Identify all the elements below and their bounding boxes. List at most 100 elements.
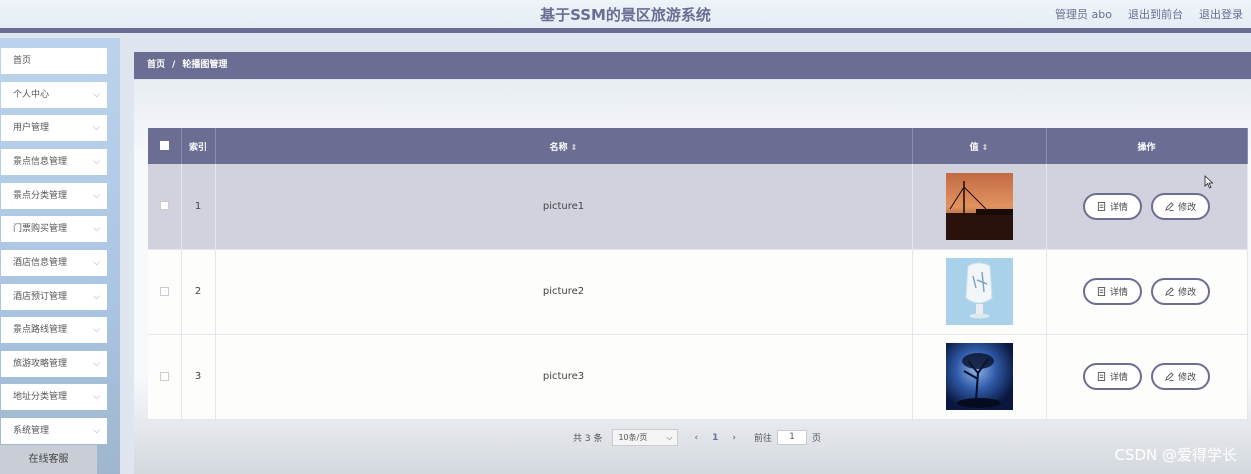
page-suffix: 页 xyxy=(811,434,821,444)
sidebar-item-label: 门票购买管理 xyxy=(13,224,68,234)
sidebar-item-label: 旅游攻略管理 xyxy=(13,359,68,369)
pencil-icon xyxy=(1165,372,1174,381)
row-name: picture3 xyxy=(215,334,913,419)
online-chat-button[interactable]: 在线客服 xyxy=(0,445,97,474)
sidebar-item-ticket-purchase[interactable]: 门票购买管理 ⌵ xyxy=(1,216,107,242)
goto-label: 前往 xyxy=(753,434,772,444)
chevron-down-icon: ⌵ xyxy=(93,325,100,335)
sidebar-item-travel-guide[interactable]: 旅游攻略管理 ⌵ xyxy=(1,351,107,377)
sidebar-item-hotel-booking[interactable]: 酒店预订管理 ⌵ xyxy=(1,284,107,310)
top-links: 管理员 abo 退出到前台 退出登录 xyxy=(1055,6,1243,22)
chevron-down-icon: ⌵ xyxy=(93,90,100,100)
document-icon xyxy=(1097,201,1105,211)
data-table: 索引 名称 ⇕ 值 ⇕ 操作 1 picture1 详情 修改 2 pictur… xyxy=(148,128,1248,420)
index-header-label: 索引 xyxy=(188,142,207,153)
detail-button-label: 详情 xyxy=(1109,202,1128,213)
total-count: 共 3 条 xyxy=(573,434,603,444)
sidebar-item-label: 景点路线管理 xyxy=(13,325,68,335)
sidebar-item-label: 酒店信息管理 xyxy=(13,258,68,268)
detail-button[interactable]: 详情 xyxy=(1082,192,1142,220)
chevron-down-icon: ⌵ xyxy=(666,432,673,442)
sidebar-item-system-management[interactable]: 系统管理 ⌵ xyxy=(1,418,107,444)
edit-button[interactable]: 修改 xyxy=(1151,278,1211,305)
row-name: picture2 xyxy=(215,249,913,334)
sidebar-item-user-management[interactable]: 用户管理 ⌵ xyxy=(1,115,107,141)
chevron-down-icon: ⌵ xyxy=(93,392,100,402)
chevron-down-icon: ⌵ xyxy=(93,224,100,234)
row-index: 1 xyxy=(181,164,216,249)
value-header[interactable]: 值 ⇕ xyxy=(912,128,1047,164)
sidebar: 首页 个人中心 ⌵ 用户管理 ⌵ 景点信息管理 ⌵ 景点分类管理 ⌵ 门票购买管… xyxy=(0,38,120,474)
sidebar-item-label: 景点信息管理 xyxy=(13,157,68,167)
actions-header: 操作 xyxy=(1046,128,1248,164)
document-icon xyxy=(1097,287,1105,296)
table-row[interactable]: 1 picture1 详情 修改 xyxy=(148,164,1248,249)
thumbnail-image[interactable] xyxy=(945,258,1013,325)
edit-button[interactable]: 修改 xyxy=(1151,363,1211,390)
actions-header-label: 操作 xyxy=(1137,142,1156,153)
name-header[interactable]: 名称 ⇕ xyxy=(215,128,913,164)
page-jump: 前往 1 页 xyxy=(754,430,821,445)
breadcrumb-home[interactable]: 首页 xyxy=(147,60,165,70)
sidebar-item-scenic-category[interactable]: 景点分类管理 ⌵ xyxy=(1,183,107,209)
chevron-down-icon: ⌵ xyxy=(93,292,100,302)
sidebar-item-personal-center[interactable]: 个人中心 ⌵ xyxy=(1,82,107,108)
sidebar-item-address-category[interactable]: 地址分类管理 ⌵ xyxy=(1,384,107,410)
sort-icon[interactable]: ⇕ xyxy=(571,143,578,152)
row-checkbox[interactable] xyxy=(159,371,169,381)
select-all-header[interactable] xyxy=(148,128,182,164)
row-checkbox[interactable] xyxy=(159,201,169,211)
back-to-front-link[interactable]: 退出到前台 xyxy=(1128,6,1183,22)
edit-button-label: 修改 xyxy=(1178,288,1197,298)
breadcrumb-separator: / xyxy=(172,60,176,70)
row-name: picture1 xyxy=(215,164,913,249)
thumbnail-image[interactable] xyxy=(945,343,1013,410)
sidebar-item-home[interactable]: 首页 xyxy=(1,48,107,74)
sidebar-item-hotel-info[interactable]: 酒店信息管理 ⌵ xyxy=(1,250,107,276)
sidebar-item-scenic-info[interactable]: 景点信息管理 ⌵ xyxy=(1,149,107,175)
name-header-label: 名称 xyxy=(549,142,568,153)
detail-button-label: 详情 xyxy=(1109,288,1128,298)
sidebar-item-label: 景点分类管理 xyxy=(13,191,68,201)
admin-label: 管理员 abo xyxy=(1055,8,1112,21)
watermark: CSDN @爱得学长 xyxy=(1114,446,1237,464)
index-header: 索引 xyxy=(181,128,216,164)
page-size-select[interactable]: 10条/页 ⌵ xyxy=(612,429,679,446)
top-header: 基于SSM的景区旅游系统 管理员 abo 退出到前台 退出登录 xyxy=(0,0,1251,33)
prev-page-icon[interactable]: ‹ xyxy=(694,433,698,443)
page-size-value: 10条/页 xyxy=(618,433,648,442)
logout-link[interactable]: 退出登录 xyxy=(1199,6,1243,22)
table-row[interactable]: 2 picture2 详情 修改 xyxy=(148,249,1248,334)
value-header-label: 值 xyxy=(969,142,979,153)
edit-button[interactable]: 修改 xyxy=(1151,192,1211,220)
sidebar-item-scenic-route[interactable]: 景点路线管理 ⌵ xyxy=(1,317,107,343)
pencil-icon xyxy=(1165,287,1174,296)
chevron-down-icon: ⌵ xyxy=(93,157,100,167)
row-checkbox[interactable] xyxy=(159,286,169,296)
breadcrumb: 首页 / 轮播图管理 xyxy=(134,52,1251,79)
row-index: 3 xyxy=(181,334,216,419)
thumbnail-image[interactable] xyxy=(945,172,1013,240)
sidebar-item-label: 用户管理 xyxy=(13,123,50,133)
mouse-cursor-icon xyxy=(1204,175,1214,189)
sort-icon[interactable]: ⇕ xyxy=(982,143,989,152)
sidebar-item-label: 系统管理 xyxy=(13,426,50,436)
next-page-icon[interactable]: › xyxy=(732,433,736,443)
detail-button[interactable]: 详情 xyxy=(1082,363,1142,390)
chevron-down-icon: ⌵ xyxy=(93,359,100,369)
page-number[interactable]: 1 xyxy=(712,433,718,443)
chevron-down-icon: ⌵ xyxy=(93,426,100,436)
table-row[interactable]: 3 picture3 详情 修改 xyxy=(148,334,1248,419)
chevron-down-icon: ⌵ xyxy=(93,123,100,133)
pencil-icon xyxy=(1165,202,1174,211)
sidebar-item-label: 地址分类管理 xyxy=(13,392,68,402)
document-icon xyxy=(1097,372,1105,381)
detail-button-label: 详情 xyxy=(1109,373,1128,383)
select-all-checkbox[interactable] xyxy=(159,141,169,150)
breadcrumb-current: 轮播图管理 xyxy=(182,60,228,70)
pagination: 共 3 条 10条/页 ⌵ ‹ 1 › 前往 1 页 xyxy=(573,429,821,446)
chevron-down-icon: ⌵ xyxy=(93,258,100,268)
chevron-down-icon: ⌵ xyxy=(93,191,100,201)
goto-page-input[interactable]: 1 xyxy=(776,430,807,445)
detail-button[interactable]: 详情 xyxy=(1082,278,1142,305)
